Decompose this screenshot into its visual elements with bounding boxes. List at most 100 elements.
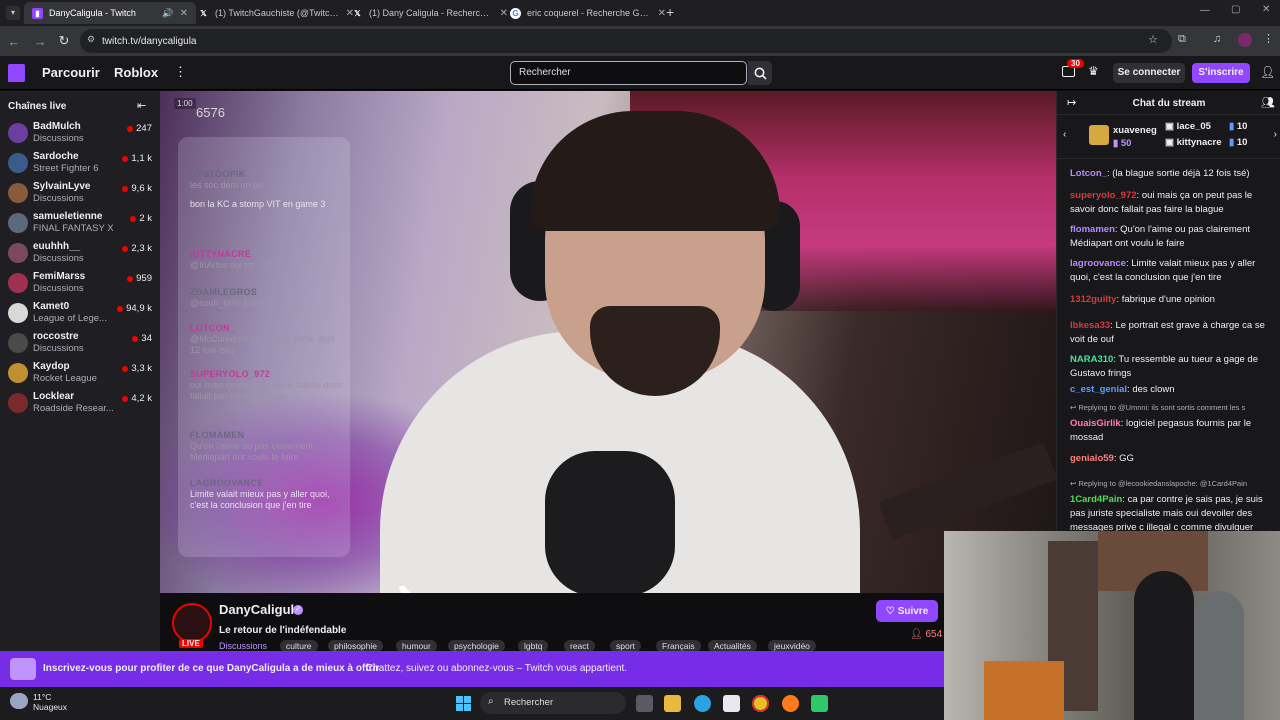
tab-menu-button[interactable]: ▾ (6, 6, 20, 20)
weather-widget[interactable]: 11°C Nuageux (33, 692, 67, 712)
notification-badge: 30 (1067, 59, 1084, 68)
live-dot-icon (122, 155, 129, 162)
live-dot-icon (117, 305, 124, 312)
sidebar-channel[interactable]: Locklear Roadside Resear... 4,2 k (0, 389, 160, 419)
chat-title: Chat du stream (1132, 98, 1206, 109)
browser-tab-2[interactable]: 𝕏 (1) Dany Caligula - Recherche /... ✕ (344, 2, 516, 24)
sidebar-channel[interactable]: euuhhh__ Discussions 2,3 k (0, 239, 160, 269)
channel-name: Kaydop (33, 361, 70, 372)
task-view-icon[interactable] (636, 695, 653, 712)
chat-username[interactable]: 1312guilty (1070, 294, 1116, 305)
site-info-icon[interactable]: ⚙ (87, 34, 95, 45)
profile-icon[interactable] (1238, 33, 1252, 47)
search-input[interactable]: Rechercher (510, 61, 747, 85)
file-explorer-icon[interactable] (664, 695, 681, 712)
chat-username[interactable]: 1Card4Pain (1070, 494, 1122, 505)
sidebar-title: Chaînes live (8, 101, 67, 112)
sidebar-channel[interactable]: Kaydop Rocket League 3,3 k (0, 359, 160, 389)
more-options-icon[interactable]: ⋮ (174, 64, 187, 80)
windows-start-icon[interactable] (456, 696, 471, 711)
video-player[interactable]: 1:00 6576 DYSTOOPIK les soc dem un pb bon … (160, 91, 1056, 593)
stream-category[interactable]: Discussions (219, 641, 267, 651)
edge-icon[interactable] (694, 695, 711, 712)
microphone (545, 451, 675, 593)
sidebar-channel[interactable]: Kamet0 League of Lege... 94,9 k (0, 299, 160, 329)
prime-crown-icon[interactable]: ♛ (1088, 64, 1099, 78)
media-control-icon[interactable]: ♫ (1213, 33, 1221, 45)
search-icon (754, 67, 767, 80)
chat-username[interactable]: flomamen (1070, 224, 1115, 235)
forward-icon[interactable]: → (30, 34, 50, 49)
firefox-icon[interactable] (782, 695, 799, 712)
channel-avatar[interactable] (172, 603, 212, 643)
chat-username[interactable]: OuaisGirlik (1070, 418, 1121, 429)
new-tab-icon[interactable]: + (666, 4, 674, 20)
chevron-right-icon[interactable]: › (1274, 129, 1277, 140)
live-dot-icon (122, 185, 129, 192)
chat-username[interactable]: c_est_genial (1070, 384, 1127, 395)
channel-avatar (8, 273, 28, 293)
app-icon[interactable] (811, 695, 828, 712)
stream-title: Le retour de l'indéfendable (219, 625, 347, 636)
sidebar-channel[interactable]: FemiMarss Discussions 959 (0, 269, 160, 299)
sidebar-channel[interactable]: samueletienne FINAL FANTASY X 2 k (0, 209, 160, 239)
overlay-chat-user: KITTYNACRE (190, 249, 251, 259)
gift-leaderboard: ‹ xuaveneg ▮ 50 ▣ lace_05 ▮ 10 ▣ kittyna… (1057, 115, 1280, 159)
chat-message: 1Card4Pain: ca par contre je sais pas, j… (1070, 494, 1263, 533)
browser-tab-0[interactable]: ▮ DanyCaligula - Twitch 🔊 ✕ (24, 2, 196, 24)
url-field[interactable]: ⚙ twitch.tv/danycaligula ☆ (80, 29, 1172, 53)
x-icon: 𝕏 (354, 8, 361, 18)
user-menu-icon[interactable]: 👤︎ (1260, 65, 1275, 79)
channel-name[interactable]: DanyCaligula (219, 602, 301, 617)
close-icon[interactable]: ✕ (180, 8, 188, 19)
reload-icon[interactable]: ↻ (54, 33, 74, 49)
chat-username[interactable]: superyolo_972 (1070, 190, 1137, 201)
nav-roblox-link[interactable]: Roblox (114, 65, 158, 80)
chat-username[interactable]: Lotcon_ (1070, 168, 1107, 179)
login-button[interactable]: Se connecter (1113, 63, 1185, 83)
overlay-chat-text: Limite valait mieux pas y aller quoi, c'… (190, 489, 330, 510)
chrome-icon[interactable] (752, 695, 769, 712)
extensions-icon[interactable]: ⧉ (1178, 33, 1186, 46)
browser-tab-bar: ▾ ▮ DanyCaligula - Twitch 🔊 ✕ 𝕏 (1) Twit… (0, 0, 1280, 26)
signup-button[interactable]: S'inscrire (1192, 63, 1250, 83)
chat-username[interactable]: NARA310 (1070, 354, 1113, 365)
viewer-count-value: 654 (925, 629, 943, 640)
channel-viewers: 94,9 k (117, 303, 152, 314)
overlay-chat-text: les soc dem un pb (190, 180, 264, 190)
maximize-icon[interactable]: ▢ (1231, 4, 1240, 15)
chat-username[interactable]: lbkesa33 (1070, 320, 1110, 331)
chat-users-icon[interactable]: 👥︎ (1261, 96, 1275, 109)
nav-browse-link[interactable]: Parcourir (42, 65, 100, 80)
signup-banner[interactable]: Inscrivez-vous pour profiter de ce que D… (0, 651, 944, 687)
taskbar-search[interactable]: ⌕ Rechercher (480, 692, 626, 714)
store-icon[interactable] (723, 695, 740, 712)
browser-tab-1[interactable]: 𝕏 (1) TwitchGauchiste (@TwitchG... ✕ (190, 2, 362, 24)
sidebar-channel[interactable]: roccostre Discussions 34 (0, 329, 160, 359)
sidebar-channel[interactable]: BadMulch Discussions 247 (0, 119, 160, 149)
search-button[interactable] (748, 61, 772, 85)
collapse-sidebar-icon[interactable]: ⇤ (137, 99, 146, 112)
channel-category: Discussions (33, 253, 84, 264)
chat-message: lagroovance: Limite valait mieux pas y a… (1070, 258, 1256, 283)
channel-viewers: 959 (127, 273, 152, 284)
browser-menu-icon[interactable]: ⋮ (1263, 32, 1274, 45)
live-dot-icon (132, 335, 139, 342)
channel-viewers: 4,2 k (122, 393, 152, 404)
bookmark-star-icon[interactable]: ☆ (1148, 33, 1158, 46)
window-close-icon[interactable]: ✕ (1262, 4, 1270, 15)
chat-username[interactable]: genialo59 (1070, 453, 1114, 464)
chat-username[interactable]: lagroovance (1070, 258, 1126, 269)
sidebar-channel[interactable]: Sardoche Street Fighter 6 1,1 k (0, 149, 160, 179)
minimize-icon[interactable]: — (1200, 5, 1210, 16)
browser-tab-3[interactable]: G eric coquerel - Recherche Goog... ✕ (502, 2, 674, 24)
webcam-overlay (944, 531, 1280, 720)
chevron-left-icon[interactable]: ‹ (1063, 129, 1066, 140)
twitch-logo-icon[interactable] (8, 64, 25, 82)
follow-button[interactable]: ♡ Suivre (876, 600, 938, 622)
close-icon[interactable]: ✕ (658, 8, 666, 19)
verified-badge-icon: ✓ (293, 605, 303, 615)
back-icon[interactable]: ← (4, 34, 24, 49)
sidebar-channel[interactable]: SylvainLyve Discussions 9,6 k (0, 179, 160, 209)
chat-reply-context: ↩ Replying to @lecookiedanslapoche: @1Ca… (1070, 479, 1248, 488)
